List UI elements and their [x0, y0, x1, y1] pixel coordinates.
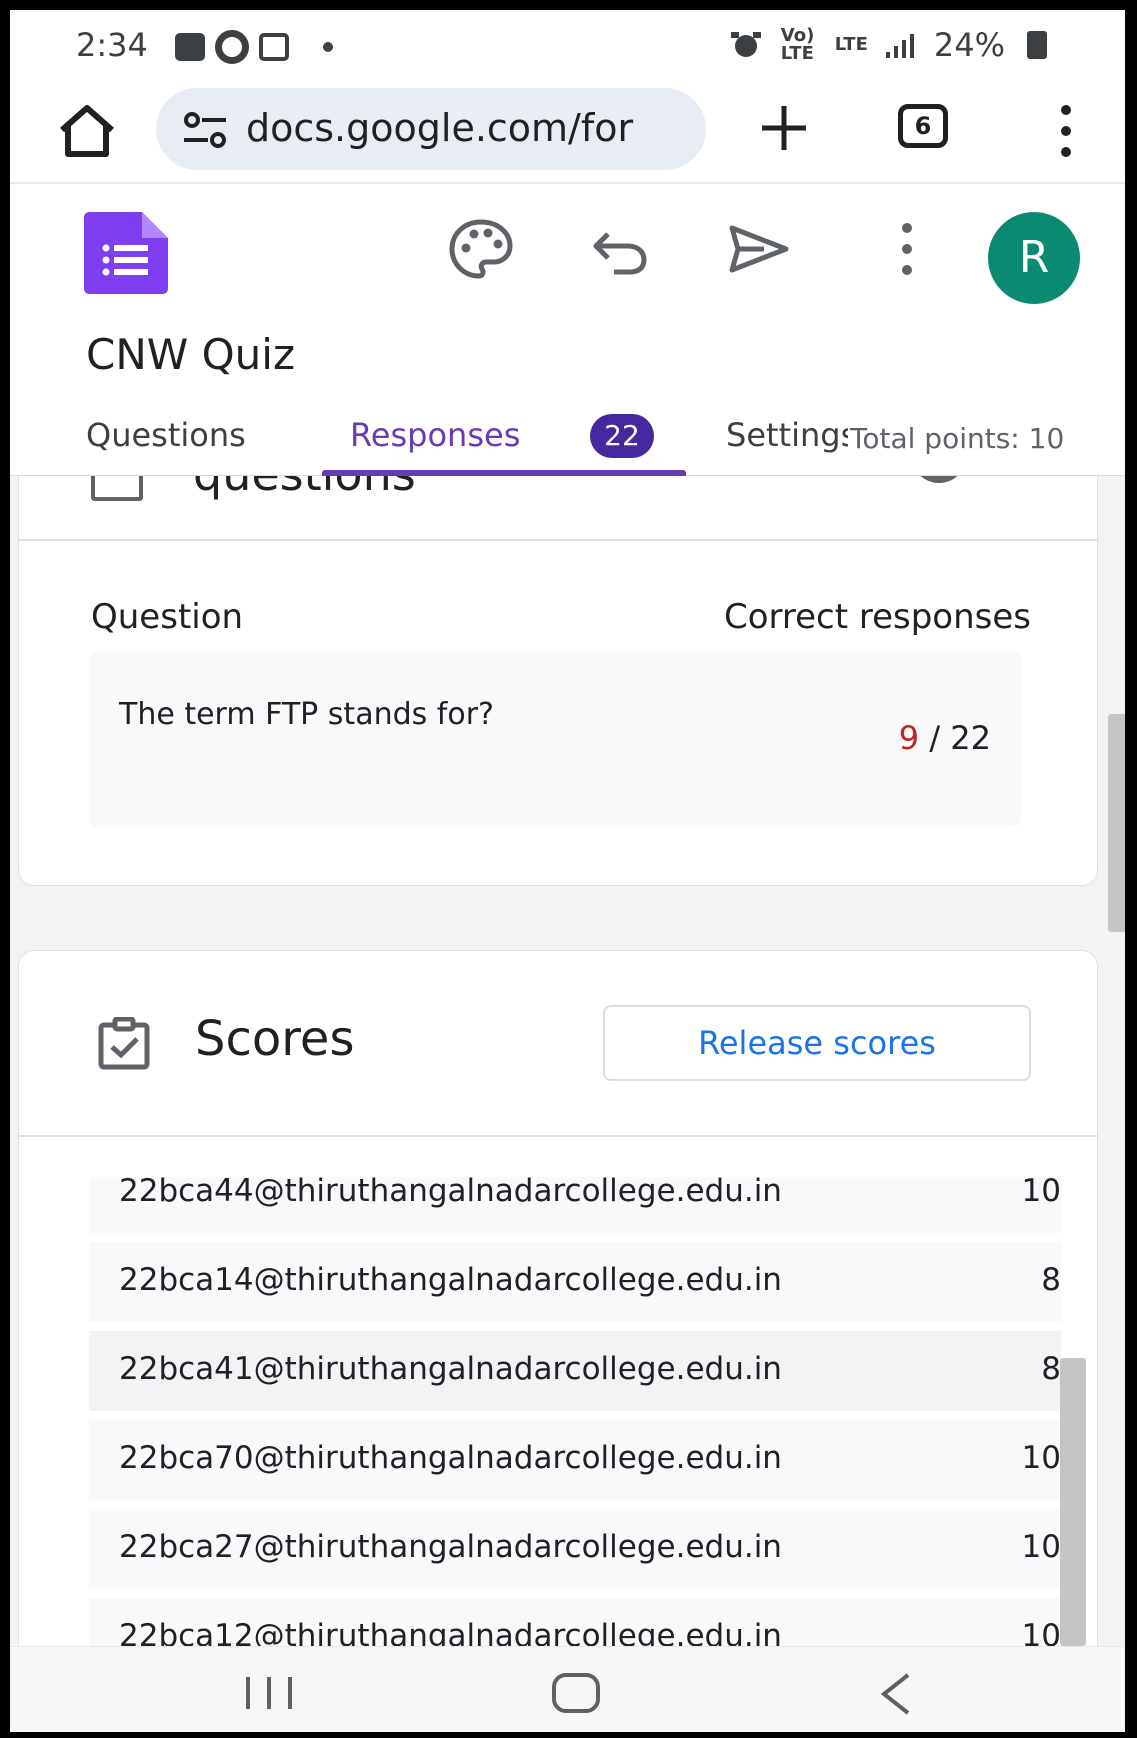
correct-responses-column-header: Correct responses — [723, 597, 1031, 637]
responses-count-badge: 22 — [590, 414, 654, 458]
address-bar[interactable]: docs.google.com/for — [156, 88, 706, 170]
total-count: 22 — [950, 719, 991, 757]
active-tab-indicator — [322, 470, 686, 476]
circle-notification-icon — [215, 30, 249, 64]
questions-card-title: questions — [193, 476, 416, 501]
status-notification-icons — [175, 30, 333, 64]
more-notifications-dot-icon — [323, 42, 333, 52]
send-icon[interactable] — [724, 214, 794, 284]
respondent-email: 22bca41@thiruthangalnadarcollege.edu.in — [119, 1351, 782, 1387]
lte-label: LTE — [834, 34, 868, 55]
total-points: Total points: 10 — [850, 422, 1065, 455]
scores-scrollbar[interactable] — [1060, 1358, 1086, 1646]
status-bar: 2:34 Vo) LTE LTE 24% — [10, 10, 1135, 80]
respondent-score: 8 — [1041, 1262, 1061, 1298]
respondent-score: 8 — [1041, 1351, 1061, 1387]
question-correct-count: 9 / 22 — [899, 719, 991, 757]
forms-header: R CNW Quiz Questions Responses 22 Settin… — [10, 186, 1135, 476]
volte-label: Vo) LTE — [780, 25, 815, 64]
question-row[interactable]: The term FTP stands for? 9 / 22 — [89, 651, 1021, 827]
score-row[interactable]: 22bca14@thiruthangalnadarcollege.edu.in … — [89, 1242, 1061, 1322]
score-row[interactable]: 22bca27@thiruthangalnadarcollege.edu.in … — [89, 1509, 1061, 1589]
new-tab-icon[interactable] — [758, 102, 810, 154]
respondent-email: 22bca14@thiruthangalnadarcollege.edu.in — [119, 1262, 782, 1298]
respondent-email: 22bca44@thiruthangalnadarcollege.edu.in — [119, 1173, 782, 1209]
status-system-icons: Vo) LTE LTE 24% — [729, 26, 1047, 64]
tab-switcher-button[interactable]: 6 — [898, 104, 948, 148]
respondent-score: 10 — [1021, 1529, 1061, 1565]
respondent-score: 10 — [1021, 1440, 1061, 1476]
scores-title: Scores — [195, 1011, 355, 1067]
scores-list[interactable]: 22bca44@thiruthangalnadarcollege.edu.in … — [89, 1173, 1061, 1656]
score-row[interactable]: 22bca70@thiruthangalnadarcollege.edu.in … — [89, 1420, 1061, 1500]
respondent-email: 22bca27@thiruthangalnadarcollege.edu.in — [119, 1529, 782, 1565]
status-time: 2:34 — [76, 26, 148, 64]
more-options-icon[interactable] — [872, 214, 942, 284]
site-settings-icon[interactable] — [182, 110, 228, 150]
battery-percent: 24% — [933, 26, 1005, 64]
cb-notification-icon — [259, 33, 289, 61]
form-title: CNW Quiz — [86, 330, 296, 379]
responses-content[interactable]: questions Question Correct responses The… — [10, 476, 1135, 1656]
card-divider — [19, 539, 1097, 541]
card-divider — [19, 1135, 1097, 1137]
signal-icon — [885, 34, 914, 58]
palette-icon[interactable] — [446, 214, 516, 284]
gallery-notification-icon — [175, 33, 205, 61]
tab-settings[interactable]: Settings — [726, 416, 848, 454]
tab-responses[interactable]: Responses — [350, 416, 520, 454]
respondent-email: 22bca70@thiruthangalnadarcollege.edu.in — [119, 1440, 782, 1476]
info-icon[interactable] — [911, 476, 967, 483]
question-text: The term FTP stands for? — [119, 697, 494, 732]
form-tabs: Questions Responses 22 Settings Total po… — [10, 408, 1135, 476]
frequently-missed-questions-card: questions Question Correct responses The… — [18, 476, 1098, 886]
undo-icon[interactable] — [586, 214, 656, 284]
android-navigation-bar — [10, 1646, 1135, 1732]
back-icon[interactable] — [876, 1671, 916, 1717]
home-button-icon[interactable] — [552, 1673, 600, 1713]
scores-card: Scores Release scores 22bca44@thiruthang… — [18, 950, 1098, 1656]
count-separator: / — [919, 719, 951, 757]
correct-count: 9 — [898, 719, 920, 757]
browser-toolbar: docs.google.com/for 6 — [10, 80, 1135, 184]
score-row[interactable]: 22bca41@thiruthangalnadarcollege.edu.in … — [89, 1331, 1061, 1411]
questions-card-icon — [91, 476, 143, 501]
recent-apps-icon[interactable] — [242, 1675, 296, 1711]
tab-questions[interactable]: Questions — [86, 416, 246, 454]
url-text: docs.google.com/for — [246, 106, 634, 150]
browser-menu-icon[interactable] — [1056, 102, 1076, 160]
home-icon[interactable] — [56, 100, 118, 162]
page-scrollbar[interactable] — [1108, 714, 1134, 932]
question-column-header: Question — [91, 597, 244, 637]
release-scores-button[interactable]: Release scores — [603, 1005, 1031, 1081]
alarm-icon — [730, 32, 761, 57]
assignment-check-icon — [98, 1017, 150, 1070]
respondent-score: 10 — [1021, 1173, 1061, 1209]
account-avatar[interactable]: R — [988, 212, 1080, 304]
score-row[interactable]: 22bca44@thiruthangalnadarcollege.edu.in … — [89, 1173, 1061, 1233]
google-forms-logo-icon[interactable] — [84, 212, 168, 294]
battery-icon — [1027, 31, 1047, 59]
phone-screen: 2:34 Vo) LTE LTE 24% docs.google.com/for… — [10, 10, 1135, 1732]
